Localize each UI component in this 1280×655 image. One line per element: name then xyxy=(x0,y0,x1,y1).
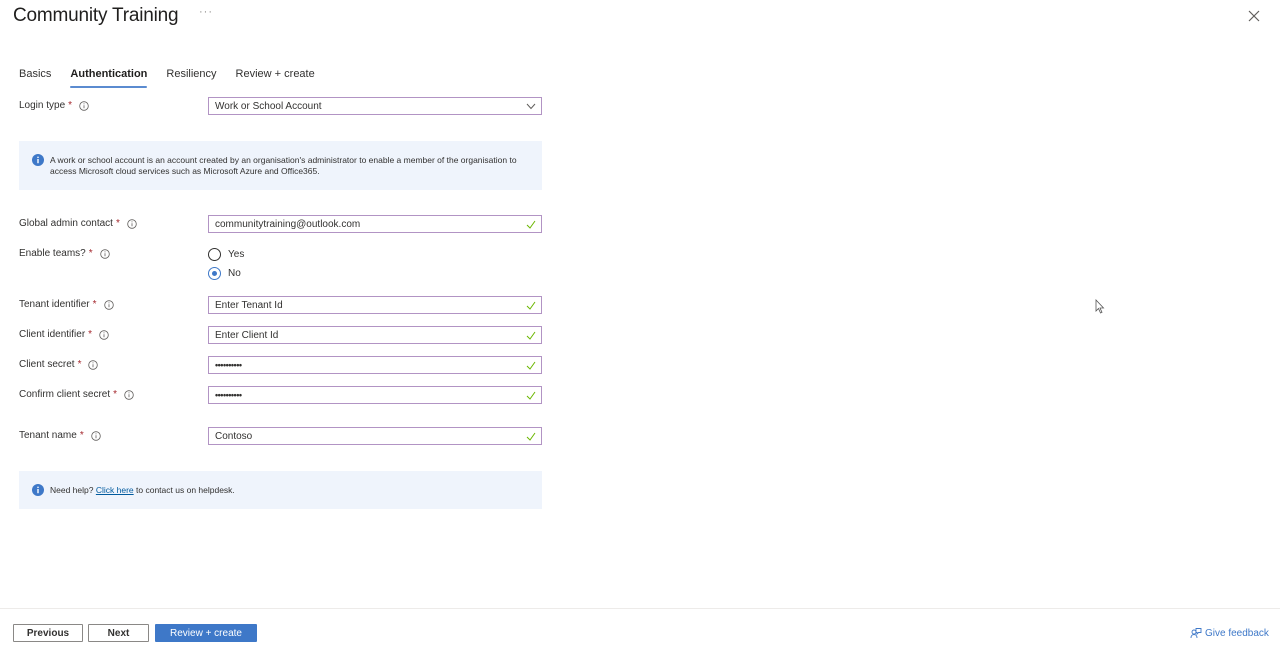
checkmark-icon xyxy=(526,220,536,229)
info-icon[interactable] xyxy=(127,218,137,229)
info-icon[interactable] xyxy=(103,299,114,310)
info-filled-icon xyxy=(32,154,44,166)
close-icon[interactable] xyxy=(1247,9,1261,23)
helpdesk-link[interactable]: Click here xyxy=(96,485,134,495)
page-title: Community Training xyxy=(13,5,179,26)
chevron-down-icon xyxy=(526,103,536,110)
tenant-name-row: Tenant name * Contoso xyxy=(19,427,542,445)
required-marker: * xyxy=(113,389,118,400)
client-identifier-row: Client identifier * Enter Client Id xyxy=(19,326,542,344)
login-type-dropdown[interactable]: Work or School Account xyxy=(208,97,542,115)
global-admin-label: Global admin contact * xyxy=(19,218,137,229)
confirm-client-secret-row: Confirm client secret * •••••••••• xyxy=(19,386,542,404)
required-marker: * xyxy=(92,299,97,310)
tenant-name-input[interactable]: Contoso xyxy=(208,427,542,445)
enable-teams-radio-group: Yes No xyxy=(208,245,244,283)
radio-no[interactable]: No xyxy=(208,264,244,283)
login-type-row: Login type * Work or School Account xyxy=(19,97,542,115)
global-admin-row: Global admin contact * communitytraining… xyxy=(19,215,542,233)
global-admin-input[interactable]: communitytraining@outlook.com xyxy=(208,215,542,233)
next-button[interactable]: Next xyxy=(88,624,149,642)
help-text: Need help? Click here to contact us on h… xyxy=(50,485,235,495)
info-icon[interactable] xyxy=(124,389,134,400)
client-secret-input[interactable]: •••••••••• xyxy=(208,356,542,374)
tab-basics[interactable]: Basics xyxy=(19,68,51,88)
info-icon[interactable] xyxy=(99,329,109,340)
required-marker: * xyxy=(88,329,93,340)
info-icon[interactable] xyxy=(88,359,99,370)
give-feedback-link[interactable]: Give feedback xyxy=(1190,627,1269,639)
info-icon[interactable] xyxy=(99,248,110,259)
review-create-button[interactable]: Review + create xyxy=(155,624,257,642)
feedback-icon xyxy=(1190,628,1202,639)
info-filled-icon xyxy=(32,484,44,496)
tab-resiliency[interactable]: Resiliency xyxy=(166,68,216,88)
required-marker: * xyxy=(115,218,120,229)
previous-button[interactable]: Previous xyxy=(13,624,83,642)
required-marker: * xyxy=(77,359,82,370)
client-secret-label: Client secret * xyxy=(19,359,99,370)
checkmark-icon xyxy=(526,331,536,340)
radio-circle[interactable] xyxy=(208,267,221,280)
required-marker: * xyxy=(68,100,73,111)
client-secret-row: Client secret * •••••••••• xyxy=(19,356,542,374)
mouse-cursor-icon xyxy=(1095,299,1105,314)
tab-review-create[interactable]: Review + create xyxy=(236,68,315,88)
required-marker: * xyxy=(88,248,93,259)
help-info-box: Need help? Click here to contact us on h… xyxy=(19,471,542,509)
checkmark-icon xyxy=(526,361,536,370)
confirm-client-secret-input[interactable]: •••••••••• xyxy=(208,386,542,404)
tenant-identifier-row: Tenant identifier * Enter Tenant Id xyxy=(19,296,542,314)
tenant-name-label: Tenant name * xyxy=(19,430,101,441)
tab-authentication[interactable]: Authentication xyxy=(70,68,148,88)
client-identifier-input[interactable]: Enter Client Id xyxy=(208,326,542,344)
more-options-button[interactable]: ··· xyxy=(199,6,213,18)
checkmark-icon xyxy=(526,391,536,400)
login-info-text: A work or school account is an account c… xyxy=(50,155,517,176)
checkmark-icon xyxy=(526,432,536,441)
radio-circle[interactable] xyxy=(208,248,221,261)
confirm-client-secret-label: Confirm client secret * xyxy=(19,389,134,400)
info-icon[interactable] xyxy=(91,430,101,441)
info-icon[interactable] xyxy=(79,100,89,111)
footer-divider xyxy=(0,608,1280,609)
client-identifier-label: Client identifier * xyxy=(19,329,109,340)
tenant-identifier-input[interactable]: Enter Tenant Id xyxy=(208,296,542,314)
login-info-box: A work or school account is an account c… xyxy=(19,141,542,190)
enable-teams-row: Enable teams? * xyxy=(19,245,542,263)
login-type-label: Login type * xyxy=(19,100,89,111)
checkmark-icon xyxy=(526,301,536,310)
required-marker: * xyxy=(79,430,84,441)
tab-bar: Basics Authentication Resiliency Review … xyxy=(19,68,334,88)
enable-teams-label: Enable teams? * xyxy=(19,248,110,259)
radio-yes[interactable]: Yes xyxy=(208,245,244,264)
tenant-identifier-label: Tenant identifier * xyxy=(19,299,114,310)
